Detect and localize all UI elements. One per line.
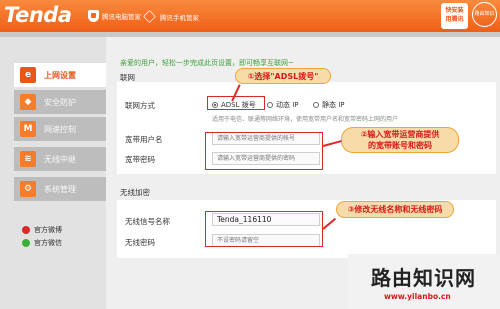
install-qr-badge[interactable]: 快安装 用腾讯 <box>441 3 468 29</box>
sidebar-item-repeater[interactable]: ≋ 无线中继 <box>14 147 106 171</box>
welcome-notice: 亲爱的用户，轻松一步完成此页设置，即可畅享互联网~ <box>120 59 294 67</box>
sidebar-item-speed[interactable]: M 网速控制 <box>14 117 106 141</box>
tenda-logo[interactable]: Tenda <box>4 3 72 27</box>
globe-icon: e <box>20 67 36 83</box>
sidebar-item-label: 无线中继 <box>44 154 76 164</box>
wifi-icon: ≋ <box>20 151 36 167</box>
shield-icon <box>88 10 99 22</box>
sidebar-item-system[interactable]: ⚙ 系统管理 <box>14 177 106 201</box>
gear-icon: ⚙ <box>20 181 36 197</box>
pc-manager-link[interactable]: 腾讯电脑管家 <box>88 10 141 22</box>
callout-step3: ③修改无线名称和无线密码 <box>336 201 454 218</box>
weibo-icon <box>22 226 30 234</box>
mobile-manager-label: 腾讯手机管家 <box>160 13 199 22</box>
radio-static[interactable]: 静态 IP <box>313 100 345 110</box>
wifi-password-label: 无线密码 <box>125 238 155 247</box>
callout-step1: ①选择"ADSL拨号" <box>235 68 331 84</box>
top-header: Tenda 腾讯电脑管家 腾讯手机管家 快安装 用腾讯 路由知识网 <box>0 0 500 39</box>
weibo-link[interactable]: 官方微博 <box>22 225 62 235</box>
wan-mode-label: 联网方式 <box>125 101 155 110</box>
heart-shield-icon <box>143 10 156 23</box>
callout-step2: ②输入宽带运营商提供 的宽带账号和密码 <box>341 127 459 153</box>
sidebar-item-internet[interactable]: e 上网设置 <box>14 63 106 87</box>
sidebar-item-label: 上网设置 <box>44 70 76 80</box>
watermark-url[interactable]: www.yilanbo.cn <box>384 292 451 301</box>
watermark-title: 路由知识网 <box>371 266 476 290</box>
ssid-label: 无线信号名称 <box>125 217 170 226</box>
sidebar: e 上网设置 ◆ 安全防护 M 网速控制 ≋ 无线中继 ⚙ 系统管理 官方微博 … <box>0 37 106 309</box>
sidebar-item-label: 系统管理 <box>44 184 76 194</box>
pc-manager-label: 腾讯电脑管家 <box>102 13 141 21</box>
broadband-pass-label: 宽带密码 <box>125 155 155 164</box>
highlight-adsl <box>207 96 265 110</box>
highlight-wireless <box>205 211 323 247</box>
speed-icon: M <box>20 121 36 137</box>
shield-icon: ◆ <box>20 94 36 110</box>
radio-dot[interactable] <box>267 102 273 108</box>
wechat-icon <box>22 239 30 247</box>
sidebar-item-label: 安全防护 <box>44 97 76 107</box>
radio-dot[interactable] <box>313 102 319 108</box>
wechat-link[interactable]: 官方微信 <box>22 238 62 248</box>
section-title-wireless: 无线加密 <box>120 188 150 197</box>
highlight-broadband <box>205 132 323 170</box>
sidebar-item-security[interactable]: ◆ 安全防护 <box>14 90 106 114</box>
broadband-user-label: 宽带用户名 <box>125 135 163 144</box>
radio-dhcp[interactable]: 动态 IP <box>267 100 299 110</box>
site-badge: 路由知识网 <box>472 2 497 39</box>
sidebar-item-label: 网速控制 <box>44 124 76 134</box>
mobile-manager-link[interactable]: 腾讯手机管家 <box>143 10 199 23</box>
wan-mode-hint: 适用于电信、联通等网络环境，使用宽带用户名和宽带密码上网的用户 <box>212 116 399 123</box>
